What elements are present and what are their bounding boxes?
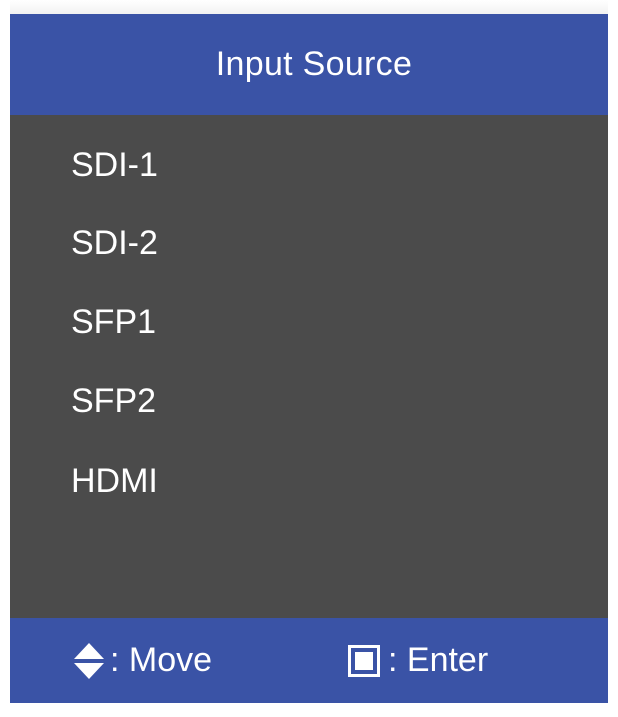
enter-square-icon [348,644,380,677]
up-down-arrows-icon [74,642,104,679]
top-edge [10,0,608,14]
input-source-menu: Input Source SDI-1 SDI-2 SFP1 SFP2 HDMI … [10,14,608,703]
menu-footer: : Move : Enter [10,618,608,703]
enter-hint: : Enter [348,618,488,703]
input-source-sdi-2[interactable]: SDI-2 [71,213,158,273]
input-source-list: SDI-1 SDI-2 SFP1 SFP2 HDMI [10,115,608,618]
enter-hint-label: : Enter [388,641,489,679]
move-hint: : Move [74,618,212,703]
move-hint-label: : Move [110,641,213,679]
menu-title: Input Source [215,45,413,83]
input-source-sdi-1[interactable]: SDI-1 [71,135,158,195]
menu-header: Input Source [10,14,608,115]
input-source-hdmi[interactable]: HDMI [71,451,158,511]
input-source-sfp2[interactable]: SFP2 [71,371,156,431]
input-source-sfp1[interactable]: SFP1 [71,292,156,352]
